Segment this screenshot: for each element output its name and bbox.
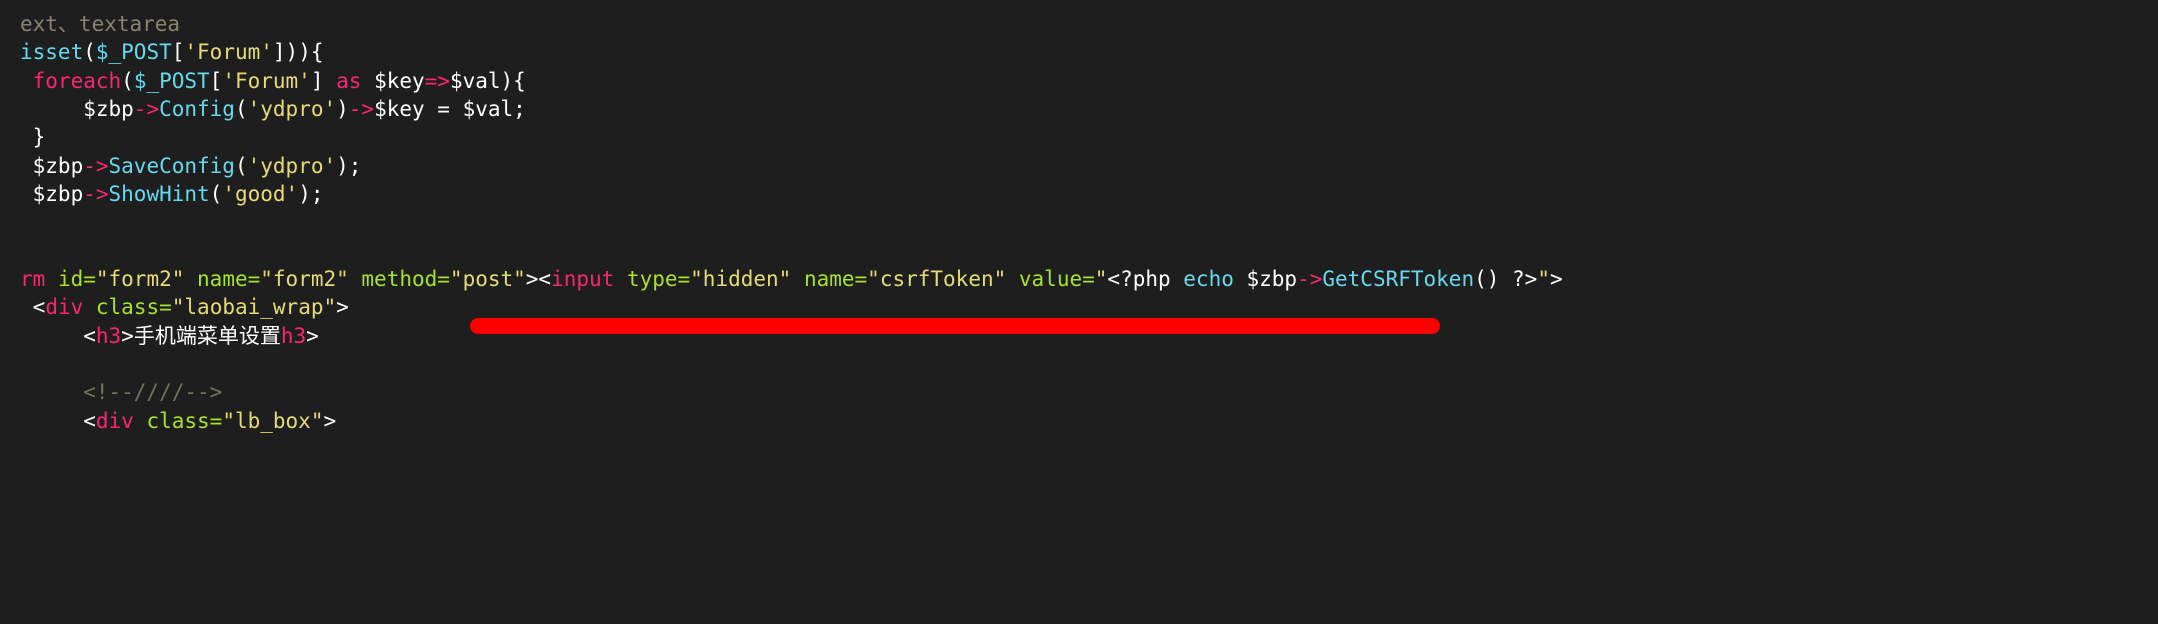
code-line bbox=[0, 237, 2158, 265]
code-line: <div class="lb_box"> bbox=[0, 407, 2158, 435]
code-line: $zbp->ShowHint('good'); bbox=[0, 180, 2158, 208]
code-line: } bbox=[0, 123, 2158, 151]
code-line: $zbp->SaveConfig('ydpro'); bbox=[0, 152, 2158, 180]
code-line-form: rm id="form2" name="form2" method="post"… bbox=[0, 265, 2158, 293]
code-line bbox=[0, 208, 2158, 236]
annotation-underline bbox=[470, 318, 1440, 334]
code-editor-panel: ext、textarea isset($_POST['Forum'])){ fo… bbox=[0, 10, 2158, 435]
code-line: $zbp->Config('ydpro')->$key = $val; bbox=[0, 95, 2158, 123]
code-line: <!--////--> bbox=[0, 378, 2158, 406]
code-line bbox=[0, 350, 2158, 378]
code-line: foreach($_POST['Forum'] as $key=>$val){ bbox=[0, 67, 2158, 95]
code-line: isset($_POST['Forum'])){ bbox=[0, 38, 2158, 66]
code-line: ext、textarea bbox=[0, 10, 2158, 38]
comment-text: ext、textarea bbox=[20, 12, 180, 36]
